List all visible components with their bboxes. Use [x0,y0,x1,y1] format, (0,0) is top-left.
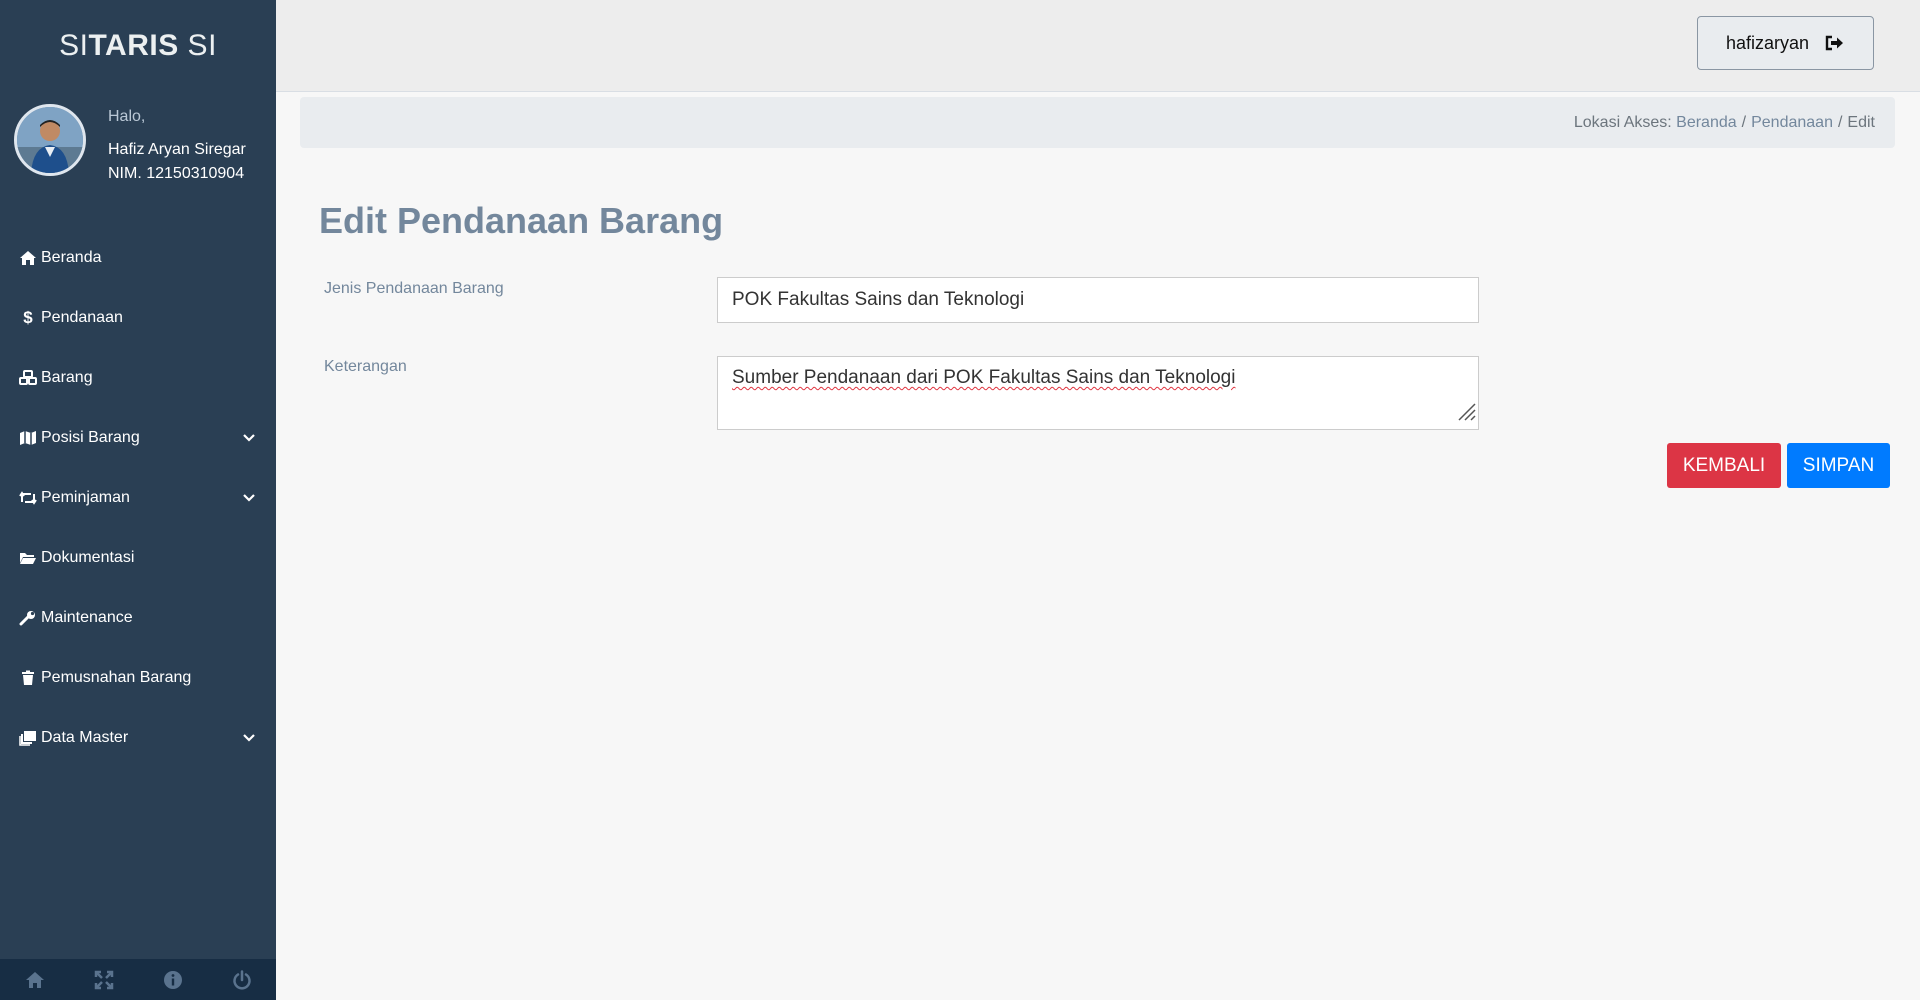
breadcrumb-separator: / [1837,113,1843,131]
resize-grip-icon[interactable] [1454,399,1476,427]
sidebar-item-posisi-barang[interactable]: Posisi Barang [0,408,276,468]
sidebar-item-maintenance[interactable]: Maintenance [0,588,276,648]
sidebar-item-label: Pemusnahan Barang [41,669,192,686]
keterangan-label: Keterangan [324,358,407,375]
breadcrumb-separator: / [1741,113,1747,131]
jenis-pendanaan-label: Jenis Pendanaan Barang [324,280,504,297]
wrench-icon [18,610,38,626]
sidebar-item-label: Peminjaman [41,489,130,506]
avatar [14,104,86,176]
greeting-text: Halo, [108,108,146,125]
sidebar: SI TARIS SI Halo, Hafiz Aryan Siregar NIM… [0,0,276,1000]
sidebar-item-pemusnahan-barang[interactable]: Pemusnahan Barang [0,648,276,708]
sidebar-item-data-master[interactable]: Data Master [0,708,276,768]
user-menu-button[interactable]: hafizaryan [1697,16,1874,70]
power-icon[interactable] [212,969,272,990]
breadcrumb: Lokasi Akses: Beranda / Pendanaan / Edit [300,97,1895,148]
retweet-icon [18,490,38,506]
keterangan-value: Sumber Pendanaan dari POK Fakultas Sains… [732,367,1236,388]
sidebar-item-label: Beranda [41,249,102,266]
breadcrumb-item-pendanaan[interactable]: Pendanaan [1751,114,1833,132]
breadcrumb-item-beranda[interactable]: Beranda [1676,114,1737,132]
sidebar-item-label: Maintenance [41,609,133,626]
simpan-button[interactable]: SIMPAN [1787,443,1890,488]
sidebar-menu: Beranda $ Pendanaan Barang Posisi Barang [0,228,276,768]
kembali-button[interactable]: KEMBALI [1667,443,1781,488]
sidebar-footer [0,959,276,1000]
sidebar-item-label: Barang [41,369,93,386]
chevron-down-icon [240,734,258,742]
jenis-pendanaan-value: POK Fakultas Sains dan Teknologi [732,289,1025,310]
brand-part2: TARIS [88,29,179,62]
breadcrumb-prefix: Lokasi Akses: [1573,113,1677,131]
keterangan-textarea[interactable]: Sumber Pendanaan dari POK Fakultas Sains… [717,356,1479,430]
brand-part1: SI [59,29,89,62]
sign-out-icon [1825,35,1845,51]
top-navbar: hafizaryan [276,0,1920,92]
cubes-icon [18,370,38,386]
clone-icon [18,730,38,746]
info-icon[interactable] [143,970,203,990]
user-profile: Halo, Hafiz Aryan Siregar NIM. 121503109… [0,92,276,222]
sidebar-item-label: Posisi Barang [41,429,140,446]
brand-part3: SI [178,29,217,62]
sidebar-item-beranda[interactable]: Beranda [0,228,276,288]
home-icon [18,250,38,266]
chevron-down-icon [240,494,258,502]
sidebar-item-pendanaan[interactable]: $ Pendanaan [0,288,276,348]
page-title: Edit Pendanaan Barang [319,200,724,241]
sidebar-item-label: Dokumentasi [41,549,135,566]
breadcrumb-item-edit: Edit [1847,113,1875,131]
home-icon[interactable] [5,971,65,989]
dollar-icon: $ [23,308,33,327]
map-icon [18,430,38,446]
trash-icon [18,670,38,686]
sidebar-item-peminjaman[interactable]: Peminjaman [0,468,276,528]
user-name: Hafiz Aryan Siregar [108,141,246,158]
fullscreen-icon[interactable] [74,970,134,990]
user-nim: NIM. 12150310904 [108,165,245,182]
brand-logo[interactable]: SI TARIS SI [0,0,276,92]
folder-open-icon [18,550,38,566]
chevron-down-icon [240,434,258,442]
sidebar-item-label: Data Master [41,729,129,746]
sidebar-item-label: Pendanaan [41,309,123,326]
jenis-pendanaan-input[interactable]: POK Fakultas Sains dan Teknologi [717,277,1479,323]
sidebar-item-barang[interactable]: Barang [0,348,276,408]
sidebar-item-dokumentasi[interactable]: Dokumentasi [0,528,276,588]
username-label: hafizaryan [1725,32,1810,53]
